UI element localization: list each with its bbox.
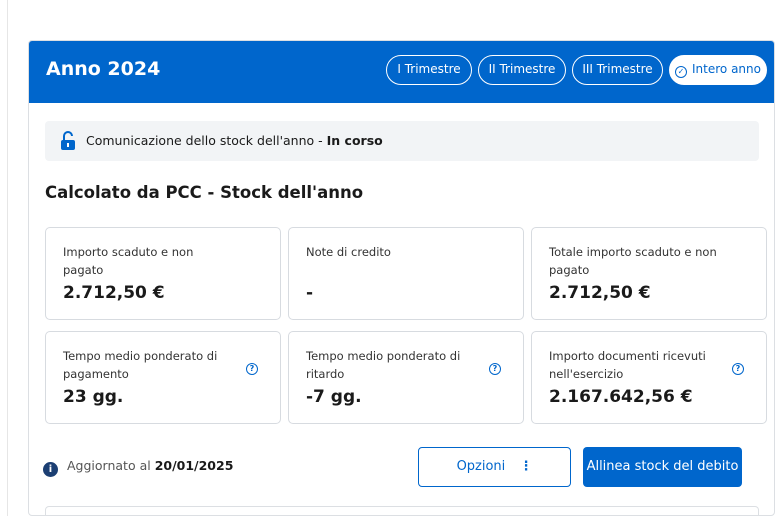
card-label: Importo documenti ricevuti nell'esercizi… (549, 349, 706, 381)
info-icon: i (43, 462, 58, 477)
tab-label: II Trimestre (488, 62, 556, 76)
status-text: Comunicazione dello stock dell'anno - In… (86, 133, 383, 148)
check-circle-icon: ✓ (675, 66, 688, 78)
help-icon[interactable]: ? (732, 363, 744, 375)
updated-label: Aggiornato al (67, 458, 151, 473)
section-title: Calcolato da PCC - Stock dell'anno (45, 183, 364, 202)
card-value: 23 gg. (63, 387, 124, 407)
left-divider (7, 0, 8, 516)
card-value: 2.712,50 € (549, 283, 651, 303)
lock-open-icon (61, 131, 75, 150)
card-value: - (306, 283, 314, 303)
tab-intero-anno[interactable]: ✓ Intero anno (669, 55, 767, 85)
card-importo-documenti: Importo documenti ricevuti nell'esercizi… (531, 331, 767, 424)
panel-header: Anno 2024 I Trimestre II Trimestre III T… (29, 41, 774, 103)
card-totale-importo: Totale importo scaduto e non pagato 2.71… (531, 227, 767, 320)
tab-i-trimestre[interactable]: I Trimestre (386, 55, 472, 85)
tab-label: I Trimestre (397, 62, 461, 76)
status-separator: - (314, 133, 327, 148)
tab-label: III Trimestre (582, 62, 653, 76)
status-banner: Comunicazione dello stock dell'anno - In… (45, 121, 759, 161)
help-icon[interactable]: ? (489, 363, 501, 375)
card-value: -7 gg. (306, 387, 362, 407)
status-state: In corso (326, 133, 383, 148)
status-description: Comunicazione dello stock dell'anno (86, 133, 315, 148)
card-note-di-credito: Note di credito - (288, 227, 524, 320)
card-tempo-pagamento: Tempo medio ponderato di pagamento 23 gg… (45, 331, 281, 424)
card-label: Importo scaduto e non pagato (63, 245, 194, 277)
card-value: 2.712,50 € (63, 283, 165, 303)
panel-title: Anno 2024 (46, 58, 161, 80)
next-section-box (45, 506, 759, 515)
card-label: Totale importo scaduto e non pagato (549, 245, 717, 277)
options-button[interactable]: Opzioni ⋮ (418, 447, 571, 487)
card-importo-scaduto: Importo scaduto e non pagato 2.712,50 € (45, 227, 281, 320)
stock-panel: Anno 2024 I Trimestre II Trimestre III T… (28, 40, 775, 516)
last-updated: i Aggiornato al 20/01/2025 (43, 458, 233, 477)
align-stock-label: Allinea stock del debito (586, 459, 739, 474)
options-label: Opzioni (456, 459, 506, 474)
card-label: Tempo medio ponderato di ritardo (306, 349, 461, 381)
updated-date: 20/01/2025 (154, 458, 234, 473)
tab-label: Intero anno (692, 62, 761, 76)
card-label: Tempo medio ponderato di pagamento (63, 349, 218, 381)
kebab-menu-icon: ⋮ (519, 459, 533, 474)
tab-iii-trimestre[interactable]: III Trimestre (572, 55, 663, 85)
align-stock-button[interactable]: Allinea stock del debito (583, 447, 742, 487)
tab-ii-trimestre[interactable]: II Trimestre (478, 55, 566, 85)
card-tempo-ritardo: Tempo medio ponderato di ritardo -7 gg. … (288, 331, 524, 424)
card-value: 2.167.642,56 € (549, 387, 693, 407)
help-icon[interactable]: ? (246, 363, 258, 375)
card-label: Note di credito (306, 245, 391, 259)
